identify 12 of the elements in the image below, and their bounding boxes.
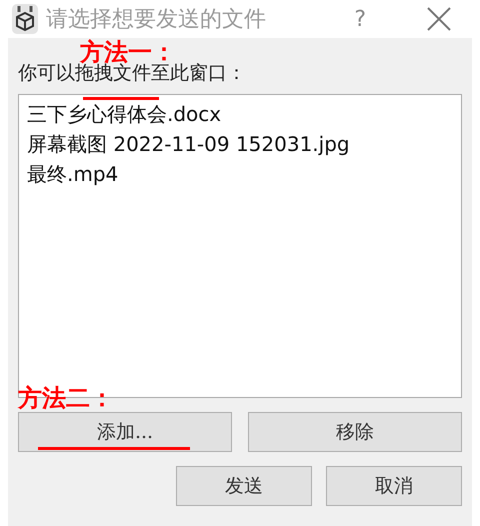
package-icon [12, 4, 38, 34]
close-icon [426, 6, 452, 32]
file-item[interactable]: 屏幕截图 2022-11-09 152031.jpg [25, 131, 455, 157]
cancel-button[interactable]: 取消 [326, 466, 462, 506]
add-button[interactable]: 添加... [18, 412, 232, 452]
send-button[interactable]: 发送 [176, 466, 312, 506]
instruction-text: 你可以拖拽文件至此窗口： [18, 62, 247, 86]
remove-button[interactable]: 移除 [248, 412, 462, 452]
window-title: 请选择想要发送的文件 [46, 6, 267, 34]
close-button[interactable] [426, 6, 452, 32]
file-item[interactable]: 三下乡心得体会.docx [25, 101, 455, 127]
file-item[interactable]: 最终.mp4 [25, 161, 455, 187]
